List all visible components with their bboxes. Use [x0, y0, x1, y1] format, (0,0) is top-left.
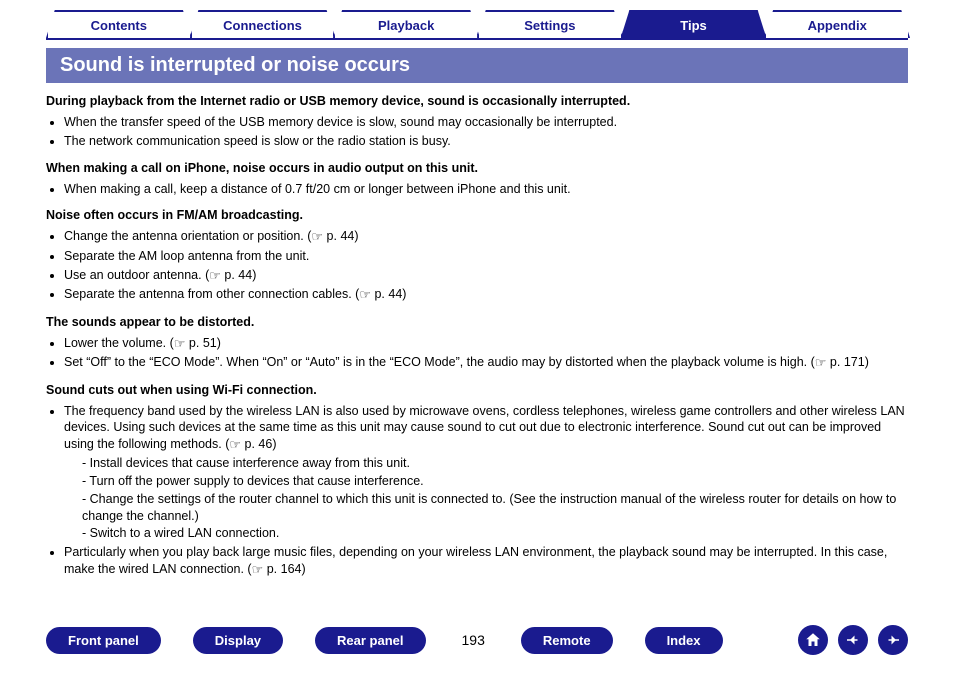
section-heading: Sound cuts out when using Wi-Fi connecti…: [46, 382, 908, 399]
page-title: Sound is interrupted or noise occurs: [46, 48, 908, 83]
list-item: Change the antenna orientation or positi…: [64, 228, 908, 246]
item-text: Set “Off” to the “ECO Mode”. When “On” o…: [64, 355, 815, 369]
footer-nav: Front panel Display Rear panel 193 Remot…: [0, 625, 954, 655]
list-item: Lower the volume. (☞ p. 51): [64, 335, 908, 353]
item-text: The frequency band used by the wireless …: [64, 404, 905, 452]
remote-button[interactable]: Remote: [521, 627, 613, 654]
page-ref[interactable]: p. 51: [189, 336, 217, 350]
list-item: When making a call, keep a distance of 0…: [64, 181, 908, 198]
front-panel-button[interactable]: Front panel: [46, 627, 161, 654]
index-button[interactable]: Index: [645, 627, 723, 654]
list-item: The frequency band used by the wireless …: [64, 403, 908, 543]
nav-icon-group: [798, 625, 908, 655]
bullet-list: Lower the volume. (☞ p. 51) Set “Off” to…: [64, 335, 908, 372]
page-ref[interactable]: p. 44: [374, 287, 402, 301]
item-text: Change the antenna orientation or positi…: [64, 229, 311, 243]
tab-contents[interactable]: Contents: [46, 10, 192, 38]
tab-connections[interactable]: Connections: [190, 10, 336, 38]
sub-item: - Install devices that cause interferenc…: [82, 455, 908, 472]
tab-underline: [46, 38, 908, 40]
list-item: Use an outdoor antenna. (☞ p. 44): [64, 267, 908, 285]
section-heading: When making a call on iPhone, noise occu…: [46, 160, 908, 177]
reference-icon: ☞: [815, 354, 827, 372]
sub-item: - Change the settings of the router chan…: [82, 491, 908, 525]
home-icon[interactable]: [798, 625, 828, 655]
reference-icon: ☞: [209, 267, 221, 285]
tab-tips[interactable]: Tips: [621, 10, 767, 38]
page-ref[interactable]: p. 44: [327, 229, 355, 243]
list-item: Separate the antenna from other connecti…: [64, 286, 908, 304]
section-heading: Noise often occurs in FM/AM broadcasting…: [46, 207, 908, 224]
rear-panel-button[interactable]: Rear panel: [315, 627, 425, 654]
page-ref[interactable]: p. 46: [245, 437, 273, 451]
list-item: When the transfer speed of the USB memor…: [64, 114, 908, 131]
bullet-list: Change the antenna orientation or positi…: [64, 228, 908, 304]
page-ref[interactable]: p. 44: [224, 268, 252, 282]
tab-playback[interactable]: Playback: [333, 10, 479, 38]
page-ref[interactable]: p. 164: [267, 562, 302, 576]
list-item: Set “Off” to the “ECO Mode”. When “On” o…: [64, 354, 908, 372]
reference-icon: ☞: [229, 436, 241, 454]
list-item: Separate the AM loop antenna from the un…: [64, 248, 908, 265]
section-heading: During playback from the Internet radio …: [46, 93, 908, 110]
list-item: Particularly when you play back large mu…: [64, 544, 908, 578]
item-text: Use an outdoor antenna. (: [64, 268, 209, 282]
reference-icon: ☞: [174, 335, 186, 353]
top-tabs: Contents Connections Playback Settings T…: [0, 0, 954, 38]
reference-icon: ☞: [359, 286, 371, 304]
bullet-list: When the transfer speed of the USB memor…: [64, 114, 908, 150]
content-area: During playback from the Internet radio …: [46, 93, 908, 579]
page-ref[interactable]: p. 171: [830, 355, 865, 369]
sub-list: - Install devices that cause interferenc…: [82, 455, 908, 542]
list-item: The network communication speed is slow …: [64, 133, 908, 150]
sub-item: - Turn off the power supply to devices t…: [82, 473, 908, 490]
section-heading: The sounds appear to be distorted.: [46, 314, 908, 331]
reference-icon: ☞: [311, 228, 323, 246]
sub-item: - Switch to a wired LAN connection.: [82, 525, 908, 542]
item-text: Lower the volume. (: [64, 336, 174, 350]
prev-page-icon[interactable]: [838, 625, 868, 655]
display-button[interactable]: Display: [193, 627, 283, 654]
item-text: Particularly when you play back large mu…: [64, 545, 887, 576]
tab-settings[interactable]: Settings: [477, 10, 623, 38]
tab-appendix[interactable]: Appendix: [764, 10, 910, 38]
item-text: Separate the antenna from other connecti…: [64, 287, 359, 301]
bullet-list: When making a call, keep a distance of 0…: [64, 181, 908, 198]
reference-icon: ☞: [252, 561, 264, 579]
bullet-list: The frequency band used by the wireless …: [64, 403, 908, 579]
page-number: 193: [458, 632, 489, 648]
next-page-icon[interactable]: [878, 625, 908, 655]
